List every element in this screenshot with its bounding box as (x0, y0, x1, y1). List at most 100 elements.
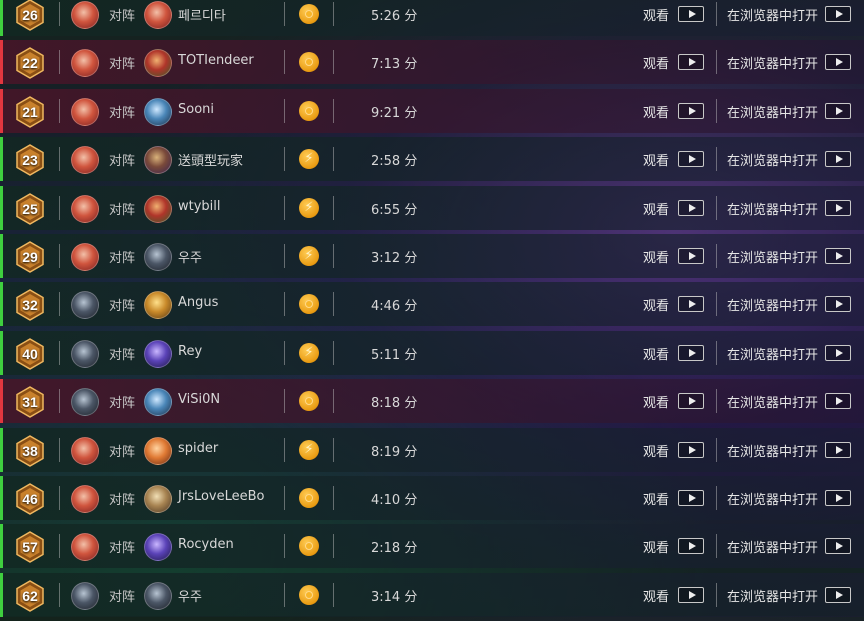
watch-play-button[interactable] (678, 199, 704, 216)
opponent-name[interactable]: wtybill (178, 199, 221, 214)
rank-number: 22 (22, 55, 38, 72)
open-in-browser-play-button[interactable] (825, 6, 851, 22)
open-in-browser-play-button[interactable] (825, 102, 851, 119)
divider (284, 50, 285, 75)
player-avatar (71, 49, 99, 78)
rank-badge: 62 (15, 579, 45, 612)
gold-coin-icon (299, 4, 319, 24)
opponent-avatar (144, 1, 172, 29)
open-in-browser-play-button[interactable] (825, 441, 851, 458)
game-duration: 8:19 分 (371, 444, 418, 460)
gold-coin-icon (299, 100, 319, 121)
vs-label: 对阵 (109, 589, 136, 605)
open-in-browser-play-button[interactable] (825, 344, 851, 361)
rank-badge: 21 (15, 95, 45, 128)
game-duration: 5:11 分 (371, 347, 418, 363)
player-avatar (71, 484, 99, 513)
watch-play-button[interactable] (678, 393, 704, 410)
divider (716, 2, 717, 26)
vs-label: 对阵 (109, 105, 136, 121)
divider (716, 582, 717, 607)
opponent-name[interactable]: 우주 (178, 586, 202, 605)
open-in-browser-label: 在浏览器中打开 (727, 154, 819, 170)
vs-label: 对阵 (109, 492, 136, 508)
watch-label: 观看 (643, 396, 670, 412)
opponent-name[interactable]: Rocyden (178, 537, 234, 552)
watch-play-button[interactable] (678, 538, 704, 555)
watch-label: 观看 (643, 57, 670, 73)
open-in-browser-play-button[interactable] (825, 54, 851, 71)
player-avatar (71, 146, 99, 175)
open-in-browser-label: 在浏览器中打开 (727, 347, 819, 363)
player-avatar (71, 97, 99, 126)
vs-label: 对阵 (109, 347, 136, 363)
opponent-name[interactable]: ViSi0N (178, 392, 220, 407)
open-in-browser-play-button[interactable] (825, 393, 851, 410)
match-history-list: 26 对阵 페르디타 5:26 分 观看 在浏览器中打开 22 对阵 TOTIe… (0, 0, 864, 621)
bolt-glyph: ⚡ (304, 151, 314, 167)
open-in-browser-play-button[interactable] (825, 586, 851, 603)
vs-label: 对阵 (109, 154, 136, 170)
opponent-avatar (144, 533, 172, 562)
open-in-browser-label: 在浏览器中打开 (727, 444, 819, 460)
match-row: 40 对阵 Rey ⚡ 5:11 分 观看 在浏览器中打开 (0, 330, 864, 375)
player-avatar (71, 388, 99, 417)
divider (284, 2, 285, 26)
open-in-browser-play-button[interactable] (825, 247, 851, 264)
watch-play-button[interactable] (678, 247, 704, 264)
watch-play-button[interactable] (678, 6, 704, 22)
divider (333, 534, 334, 559)
rank-number: 62 (22, 587, 38, 604)
opponent-name[interactable]: JrsLoveLeeBo (178, 489, 265, 504)
divider (716, 243, 717, 268)
open-in-browser-play-button[interactable] (825, 538, 851, 555)
opponent-name[interactable]: 우주 (178, 247, 202, 266)
match-row: 46 对阵 JrsLoveLeeBo 4:10 分 观看 在浏览器中打开 (0, 475, 864, 520)
rank-badge: 29 (15, 241, 45, 273)
rank-number: 46 (22, 490, 38, 507)
watch-play-button[interactable] (678, 586, 704, 603)
game-duration: 3:12 分 (371, 250, 418, 266)
watch-label: 观看 (643, 541, 670, 557)
opponent-avatar (144, 146, 172, 175)
vs-label: 对阵 (109, 57, 136, 73)
coin-center (305, 542, 313, 551)
divider (284, 195, 285, 220)
divider (333, 437, 334, 462)
watch-label: 观看 (643, 105, 670, 121)
open-in-browser-play-button[interactable] (825, 151, 851, 168)
watch-play-button[interactable] (678, 296, 704, 313)
watch-play-button[interactable] (678, 441, 704, 458)
opponent-avatar (144, 291, 172, 320)
watch-play-button[interactable] (678, 54, 704, 71)
open-in-browser-label: 在浏览器中打开 (727, 299, 819, 315)
watch-play-button[interactable] (678, 344, 704, 361)
divider (716, 534, 717, 559)
open-in-browser-play-button[interactable] (825, 199, 851, 216)
open-in-browser-label: 在浏览器中打开 (727, 492, 819, 508)
coin-center (305, 300, 313, 309)
vs-label: 对阵 (109, 202, 136, 218)
bolt-glyph: ⚡ (304, 199, 314, 215)
opponent-name[interactable]: spider (178, 441, 218, 456)
opponent-avatar (144, 339, 172, 368)
watch-play-button[interactable] (678, 151, 704, 168)
watch-play-button[interactable] (678, 102, 704, 119)
open-in-browser-label: 在浏览器中打开 (727, 105, 819, 121)
open-in-browser-play-button[interactable] (825, 296, 851, 313)
opponent-avatar (144, 581, 172, 610)
open-in-browser-label: 在浏览器中打开 (727, 202, 819, 218)
opponent-name[interactable]: 페르디타 (178, 5, 226, 24)
opponent-name[interactable]: 送頭型玩家 (178, 150, 243, 169)
opponent-name[interactable]: TOTIendeer (178, 53, 254, 68)
opponent-name[interactable]: Rey (178, 344, 202, 359)
opponent-name[interactable]: Sooni (178, 102, 214, 117)
watch-play-button[interactable] (678, 489, 704, 506)
rank-number: 32 (22, 297, 38, 314)
divider (284, 98, 285, 123)
divider (59, 389, 60, 414)
divider (716, 485, 717, 510)
open-in-browser-play-button[interactable] (825, 489, 851, 506)
opponent-name[interactable]: Angus (178, 295, 218, 310)
match-row: 22 对阵 TOTIendeer 7:13 分 观看 在浏览器中打开 (0, 40, 864, 85)
